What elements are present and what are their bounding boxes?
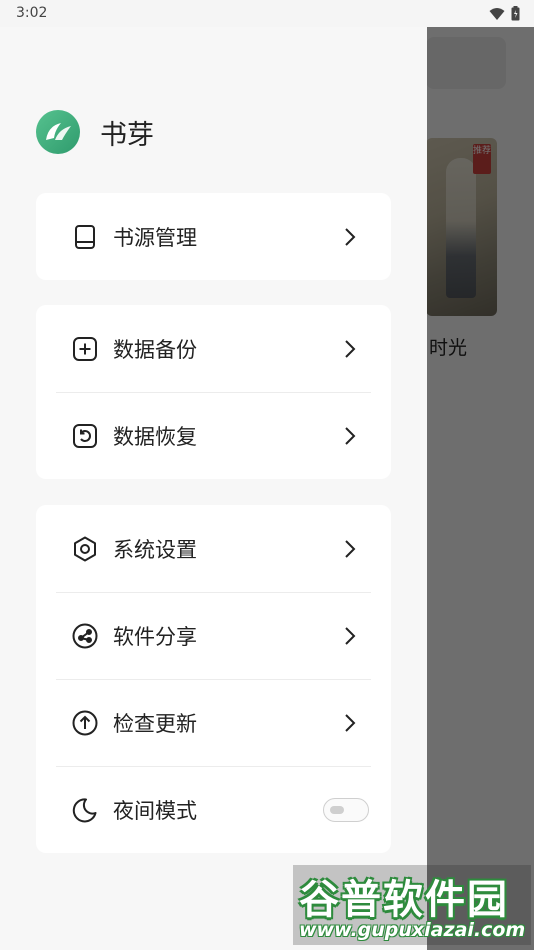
menu-item-label: 软件分享: [113, 624, 197, 649]
chevron-right-icon: [345, 339, 356, 358]
moon-icon: [72, 797, 97, 822]
chevron-right-icon: [345, 713, 356, 732]
status-time: 3:02: [16, 5, 48, 21]
chevron-right-icon: [345, 227, 356, 246]
share-icon: [72, 623, 98, 648]
watermark-url: www.gupuxiazai.com: [299, 919, 526, 941]
app-logo-icon: [36, 110, 80, 154]
gear-icon: [74, 536, 96, 561]
night-mode-toggle[interactable]: [323, 797, 369, 822]
menu-item-data-restore[interactable]: 数据恢复: [36, 392, 391, 479]
drawer-header: 书芽: [36, 110, 154, 154]
chevron-right-icon: [345, 626, 356, 645]
status-icons: [489, 6, 520, 21]
restore-icon: [73, 423, 97, 448]
upload-circle-icon: [72, 710, 98, 735]
menu-item-label: 夜间模式: [113, 798, 197, 823]
menu-group-data: 数据备份 数据恢复: [36, 305, 391, 479]
watermark-text: 谷普软件园: [299, 877, 509, 923]
chevron-right-icon: [345, 426, 356, 445]
menu-item-label: 书源管理: [113, 225, 197, 250]
menu-item-book-sources[interactable]: 书源管理: [36, 193, 391, 280]
plus-square-icon: [73, 336, 97, 361]
menu-item-data-backup[interactable]: 数据备份: [36, 305, 391, 392]
menu-item-label: 系统设置: [113, 537, 197, 562]
toggle-knob: [330, 805, 344, 814]
menu-item-share-app[interactable]: 软件分享: [36, 592, 391, 679]
app-name: 书芽: [100, 119, 154, 151]
battery-icon: [511, 6, 520, 21]
navigation-drawer: 书芽 书源管理 数据备份 数据恢复 系统设置 软件分享 检查更新 夜间模式: [0, 27, 427, 950]
status-bar: 3:02: [0, 0, 534, 27]
watermark: 谷普软件园 www.gupuxiazai.com: [293, 865, 531, 945]
menu-group-sources: 书源管理: [36, 193, 391, 280]
wifi-icon: [489, 7, 505, 20]
menu-item-label: 检查更新: [113, 711, 197, 736]
menu-item-label: 数据备份: [113, 337, 197, 362]
book-icon: [75, 224, 95, 249]
menu-item-night-mode: 夜间模式: [36, 766, 391, 853]
chevron-right-icon: [345, 539, 356, 558]
menu-item-system-settings[interactable]: 系统设置: [36, 505, 391, 592]
menu-item-check-update[interactable]: 检查更新: [36, 679, 391, 766]
menu-group-system: 系统设置 软件分享 检查更新 夜间模式: [36, 505, 391, 853]
menu-item-label: 数据恢复: [113, 424, 197, 449]
